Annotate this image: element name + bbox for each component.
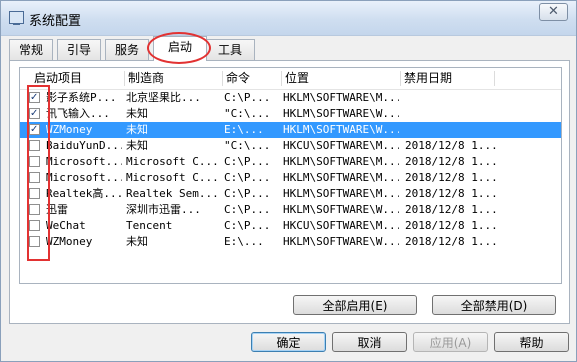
row-command: C:\P... (224, 155, 271, 168)
row-item: WZMoney (46, 123, 93, 136)
startup-checkbox[interactable] (29, 156, 40, 167)
startup-checkbox[interactable] (29, 140, 40, 151)
table-row[interactable]: 迅雷 深圳市迅雷... C:\P... HKLM\SOFTWARE\W... 2018/… (20, 202, 561, 218)
row-disabled-date: 2018/12/8 1... (405, 155, 498, 168)
row-disabled-date: 2018/12/8 1... (405, 235, 498, 248)
column-header-maker[interactable]: 制造商 (124, 68, 224, 89)
row-maker: 北京坚果比... (126, 91, 201, 104)
row-disabled-date: 2018/12/8 1... (405, 139, 498, 152)
row-maker: Microsoft C... (126, 155, 219, 168)
row-disabled-date: 2018/12/8 1... (405, 203, 498, 216)
row-location: HKLM\SOFTWARE\M... (283, 91, 399, 104)
startup-checkbox[interactable] (29, 122, 40, 138)
table-row[interactable]: WZMoney 未知 E:\... HKLM\SOFTWARE\W... 2018/12… (20, 234, 561, 250)
row-item: 影子系统P... (46, 91, 117, 104)
table-row[interactable]: Microsoft... Microsoft C... C:\P... HKLM\SO… (20, 170, 561, 186)
system-config-window: 系统配置 ✕ 常规 引导 服务 启动 工具 启动项目 制造商 命令 位置 禁用日… (0, 0, 577, 362)
row-disabled-date: 2018/12/8 1... (405, 187, 498, 200)
startup-list[interactable]: 启动项目 制造商 命令 位置 禁用日期 影子系统P... 北京坚果比... C:\P… (19, 67, 562, 284)
row-item: BaiduYunD... (46, 139, 122, 152)
tab-services[interactable]: 服务 (105, 39, 149, 60)
help-button[interactable]: 帮助 (494, 332, 569, 352)
row-maker: 未知 (126, 235, 148, 248)
startup-checkbox[interactable] (29, 220, 40, 231)
table-row[interactable]: WZMoney 未知 E:\... HKLM\SOFTWARE\W... (20, 122, 561, 138)
row-item: WeChat (46, 219, 86, 232)
row-disabled-date (405, 90, 505, 106)
table-row[interactable]: Realtek高... Realtek Sem... C:\P... HKLM\SOF… (20, 186, 561, 202)
row-disabled-date (405, 106, 505, 122)
row-maker: 深圳市迅雷... (126, 203, 201, 216)
title-bar: 系统配置 ✕ (1, 1, 576, 36)
app-icon (9, 11, 24, 25)
startup-checkbox[interactable] (29, 172, 40, 183)
row-command: C:\P... (224, 203, 271, 216)
row-command: C:\P... (224, 187, 271, 200)
row-location: HKCU\SOFTWARE\M... (283, 219, 399, 232)
column-header-location[interactable]: 位置 (281, 68, 401, 89)
tab-tools[interactable]: 工具 (205, 39, 255, 60)
tab-startup[interactable]: 启动 (153, 36, 207, 61)
startup-checkbox[interactable] (29, 204, 40, 215)
row-command: "C:\... (224, 139, 271, 152)
row-location: HKLM\SOFTWARE\M... (283, 155, 399, 168)
row-command: E:\... (224, 123, 264, 136)
table-row[interactable]: Microsoft... Microsoft C... C:\P... HKLM\SO… (20, 154, 561, 170)
row-item: WZMoney (46, 235, 93, 248)
cancel-button[interactable]: 取消 (332, 332, 407, 352)
ok-button[interactable]: 确定 (251, 332, 326, 352)
row-command: C:\P... (224, 219, 271, 232)
apply-button[interactable]: 应用(A) (413, 332, 488, 352)
row-location: HKLM\SOFTWARE\W... (283, 123, 399, 136)
row-location: HKLM\SOFTWARE\W... (283, 235, 399, 248)
row-location: HKCU\SOFTWARE\M... (283, 139, 399, 152)
row-item: 讯飞输入... (46, 107, 110, 120)
row-maker: 未知 (126, 139, 148, 152)
column-header-item[interactable]: 启动项目 (30, 68, 130, 89)
startup-checkbox[interactable] (29, 236, 40, 247)
row-item: Realtek高... (46, 187, 122, 200)
disable-all-button[interactable]: 全部禁用(D) (432, 295, 556, 315)
row-maker: Microsoft C... (126, 171, 219, 184)
row-maker: Tencent (126, 219, 173, 232)
window-title: 系统配置 (29, 14, 82, 29)
row-item: 迅雷 (46, 203, 68, 216)
table-row[interactable]: WeChat Tencent C:\P... HKCU\SOFTWARE\M... 20… (20, 218, 561, 234)
row-command: C:\P... (224, 91, 271, 104)
row-location: HKLM\SOFTWARE\M... (283, 187, 399, 200)
table-row[interactable]: 影子系统P... 北京坚果比... C:\P... HKLM\SOFTWARE\M..… (20, 90, 561, 106)
list-header: 启动项目 制造商 命令 位置 禁用日期 (20, 68, 561, 90)
row-command: E:\... (224, 235, 264, 248)
row-command: C:\P... (224, 171, 271, 184)
row-command: "C:\... (224, 107, 271, 120)
row-disabled-date: 2018/12/8 1... (405, 219, 498, 232)
row-disabled-date: 2018/12/8 1... (405, 171, 498, 184)
row-location: HKLM\SOFTWARE\W... (283, 107, 399, 120)
row-item: Microsoft... (46, 171, 122, 184)
row-maker: 未知 (126, 107, 148, 120)
row-maker: Realtek Sem... (126, 187, 219, 200)
row-disabled-date (405, 122, 505, 138)
column-header-command[interactable]: 命令 (222, 68, 282, 89)
enable-all-button[interactable]: 全部启用(E) (293, 295, 417, 315)
row-item: Microsoft... (46, 155, 122, 168)
column-header-disabled-date[interactable]: 禁用日期 (400, 68, 520, 89)
startup-checkbox[interactable] (29, 90, 40, 106)
tab-boot[interactable]: 引导 (57, 39, 101, 60)
startup-checkbox[interactable] (29, 106, 40, 122)
tab-general[interactable]: 常规 (9, 39, 53, 60)
row-location: HKLM\SOFTWARE\M... (283, 171, 399, 184)
row-location: HKLM\SOFTWARE\W... (283, 203, 399, 216)
row-maker: 未知 (126, 123, 148, 136)
table-row[interactable]: BaiduYunD... 未知 "C:\... HKCU\SOFTWARE\M... 2… (20, 138, 561, 154)
table-row[interactable]: 讯飞输入... 未知 "C:\... HKLM\SOFTWARE\W... (20, 106, 561, 122)
startup-checkbox[interactable] (29, 188, 40, 199)
close-button[interactable]: ✕ (539, 3, 568, 21)
